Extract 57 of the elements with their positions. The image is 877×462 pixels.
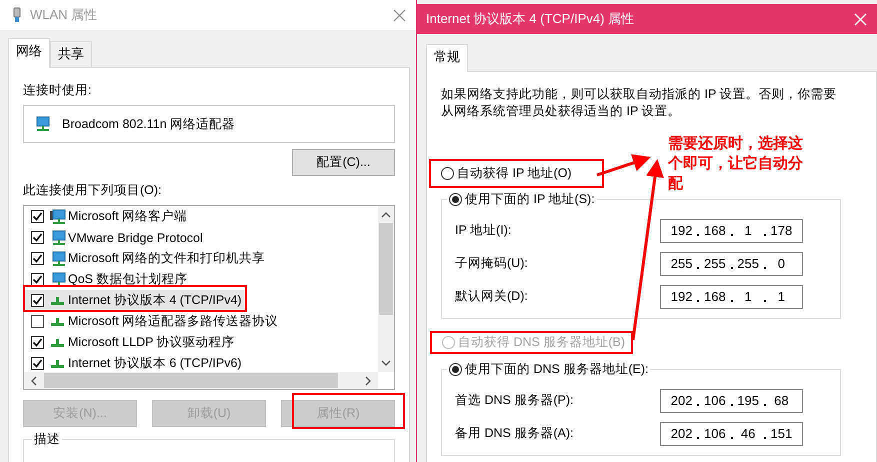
network-protocol-icon	[51, 318, 64, 326]
radio-label: 自动获得 IP 地址(O)	[457, 165, 572, 182]
radio-label: 使用下面的 IP 地址(S):	[465, 191, 595, 208]
checkbox[interactable]	[31, 336, 44, 349]
ip-address-field[interactable]: 255 255 255 0	[660, 252, 803, 276]
tab[interactable]: 共享	[50, 41, 92, 67]
list-item[interactable]: VMware Bridge Protocol	[24, 227, 207, 248]
field-label: 首选 DNS 服务器(P):	[455, 392, 574, 409]
ip-address-field[interactable]: 192 168 1 178	[660, 218, 803, 242]
checkbox[interactable]	[31, 357, 44, 370]
list-item[interactable]: Microsoft 网络客户端	[24, 206, 192, 227]
list-item[interactable]: Microsoft LLDP 协议驱动程序	[24, 332, 239, 353]
radio-button[interactable]	[449, 363, 462, 376]
section-label: 连接时使用:	[23, 82, 92, 99]
field-label: 子网掩码(U):	[455, 255, 529, 272]
checkbox[interactable]	[31, 231, 44, 244]
annotation-text: 需要还原时，选择这个即可，让它自动分配	[668, 134, 804, 194]
radio-button[interactable]	[449, 193, 462, 206]
field-label: 备用 DNS 服务器(A):	[455, 425, 574, 442]
radio-button[interactable]	[441, 167, 454, 180]
network-computer-icon	[50, 250, 66, 266]
tab[interactable]: 常规	[426, 44, 468, 72]
close-icon[interactable]	[393, 8, 406, 22]
network-computer-icon	[34, 116, 50, 132]
checkbox[interactable]	[31, 315, 44, 328]
window-title: Internet 协议版本 4 (TCP/IPv4) 属性	[426, 10, 634, 28]
network-computer-icon	[50, 272, 66, 288]
radio-label: 自动获得 DNS 服务器地址(B)	[458, 334, 625, 351]
ip-address-field[interactable]: 202 106 46 151	[660, 422, 803, 446]
checkbox[interactable]	[31, 252, 44, 265]
radio-label: 使用下面的 DNS 服务器地址(E):	[465, 361, 648, 378]
network-protocol-icon	[51, 296, 64, 304]
list-item[interactable]: Internet 协议版本 4 (TCP/IPv4)	[24, 290, 246, 311]
group-label: 描述	[32, 431, 62, 448]
adapter-name: Broadcom 802.11n 网络适配器	[62, 116, 236, 132]
network-computer-icon	[50, 208, 66, 224]
checkbox[interactable]	[31, 273, 44, 286]
horizontal-scrollbar[interactable]	[24, 372, 378, 389]
vertical-scrollbar[interactable]	[378, 206, 394, 372]
checkbox[interactable]	[31, 210, 44, 223]
intro-text: 如果网络支持此功能，则可以获取自动指派的 IP 设置。否则，你需要从网络系统管理员处获得适当的 IP 设置。	[441, 86, 838, 120]
window-title: WLAN 属性	[30, 6, 98, 24]
tab[interactable]: 网络	[8, 38, 50, 68]
checkbox[interactable]	[31, 294, 44, 307]
ip-address-field[interactable]: 202 106 195 68	[660, 388, 803, 412]
list-item[interactable]: Microsoft 网络的文件和打印机共享	[24, 248, 270, 269]
network-protocol-icon	[51, 360, 64, 368]
field-label: 默认网关(D):	[455, 288, 529, 305]
network-computer-icon	[50, 230, 66, 246]
network-protocol-icon	[51, 338, 64, 346]
list-item[interactable]: Internet 协议版本 6 (TCP/IPv6)	[24, 353, 246, 372]
list-item[interactable]: Microsoft 网络适配器多路传送器协议	[24, 311, 282, 332]
section-label: 此连接使用下列项目(O):	[23, 182, 163, 199]
field-label: IP 地址(I):	[455, 222, 512, 239]
configure-button[interactable]: 配置(C)...	[292, 149, 395, 176]
list-item[interactable]: QoS 数据包计划程序	[24, 269, 192, 290]
ip-address-field[interactable]: 192 168 1 1	[660, 284, 803, 308]
